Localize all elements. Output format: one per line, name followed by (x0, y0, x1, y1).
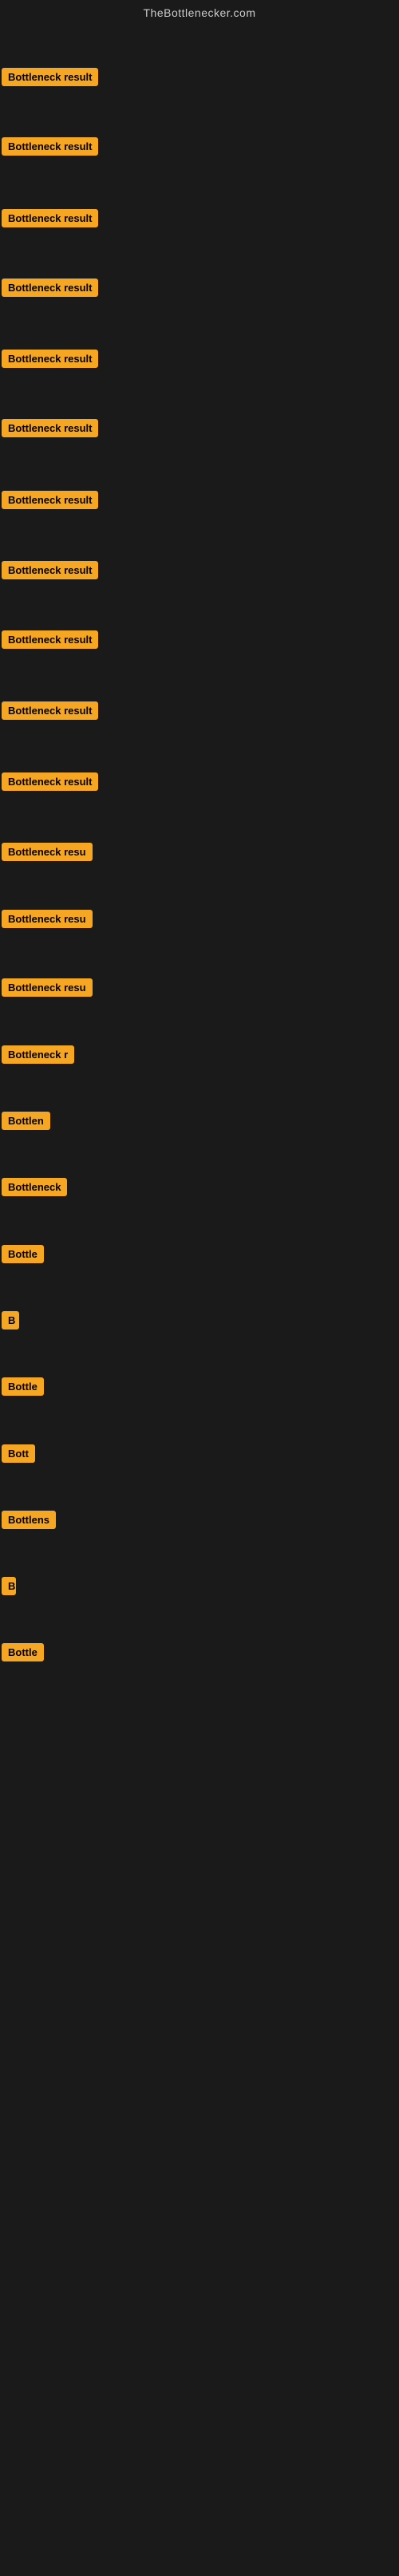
bottleneck-badge-wrapper: B (2, 1311, 19, 1333)
bottleneck-badge[interactable]: Bottleneck result (2, 630, 98, 649)
bottleneck-badge-wrapper: Bottle (2, 1377, 44, 1400)
bottleneck-badge[interactable]: Bott (2, 1444, 35, 1463)
bottleneck-badge-wrapper: Bottle (2, 1643, 44, 1665)
site-title: TheBottlenecker.com (0, 0, 399, 22)
bottleneck-badge-wrapper: Bottlen (2, 1112, 50, 1134)
bottleneck-badge-wrapper: Bottleneck result (2, 419, 98, 441)
site-header: TheBottlenecker.com (0, 0, 399, 22)
bottleneck-badge-wrapper: Bottleneck resu (2, 843, 93, 865)
bottleneck-badge-wrapper: Bottleneck result (2, 350, 98, 372)
bottleneck-badge[interactable]: Bottleneck result (2, 279, 98, 297)
bottleneck-badge-wrapper: Bottleneck result (2, 701, 98, 724)
bottleneck-badge[interactable]: Bottleneck resu (2, 843, 93, 861)
bottleneck-badge[interactable]: Bottle (2, 1643, 44, 1661)
bottleneck-badge-wrapper: Bott (2, 1444, 35, 1467)
bottleneck-badge-wrapper: Bottleneck result (2, 137, 98, 160)
bottleneck-badge[interactable]: Bottleneck result (2, 68, 98, 86)
bottleneck-badge[interactable]: Bottleneck result (2, 561, 98, 579)
bottleneck-badge-wrapper: Bottleneck result (2, 561, 98, 583)
bottleneck-badge[interactable]: B (2, 1577, 16, 1595)
bottleneck-badge[interactable]: Bottleneck resu (2, 910, 93, 928)
bottleneck-badge-wrapper: Bottleneck (2, 1178, 67, 1200)
bottleneck-badge-wrapper: Bottleneck result (2, 630, 98, 653)
bottleneck-badge[interactable]: Bottleneck result (2, 350, 98, 368)
bottleneck-badge[interactable]: B (2, 1311, 19, 1329)
bottleneck-badge-wrapper: Bottleneck r (2, 1045, 74, 1068)
bottleneck-badge[interactable]: Bottleneck r (2, 1045, 74, 1064)
bottleneck-badge[interactable]: Bottleneck result (2, 419, 98, 437)
bottleneck-badge-wrapper: Bottle (2, 1245, 44, 1267)
bottleneck-badge[interactable]: Bottleneck result (2, 137, 98, 156)
bottleneck-badge-wrapper: Bottleneck resu (2, 978, 93, 1001)
bottleneck-badge-wrapper: Bottleneck result (2, 491, 98, 513)
bottleneck-badge[interactable]: Bottleneck result (2, 209, 98, 227)
bottleneck-badge[interactable]: Bottleneck resu (2, 978, 93, 997)
bottleneck-badge[interactable]: Bottlen (2, 1112, 50, 1130)
bottleneck-badge[interactable]: Bottleneck result (2, 701, 98, 720)
bottleneck-badge[interactable]: Bottle (2, 1377, 44, 1396)
bottleneck-badge-wrapper: B (2, 1577, 16, 1599)
bottleneck-badge-wrapper: Bottleneck result (2, 68, 98, 90)
bottleneck-badge-wrapper: Bottleneck resu (2, 910, 93, 932)
bottleneck-badge-wrapper: Bottleneck result (2, 209, 98, 231)
bottleneck-badge[interactable]: Bottleneck result (2, 491, 98, 509)
bottleneck-badge-wrapper: Bottlens (2, 1511, 56, 1533)
badges-container: Bottleneck result Bottleneck result Bottle… (0, 22, 399, 2576)
bottleneck-badge-wrapper: Bottleneck result (2, 279, 98, 301)
bottleneck-badge[interactable]: Bottleneck result (2, 772, 98, 791)
bottleneck-badge-wrapper: Bottleneck result (2, 772, 98, 795)
bottleneck-badge[interactable]: Bottlens (2, 1511, 56, 1529)
bottleneck-badge[interactable]: Bottle (2, 1245, 44, 1263)
bottleneck-badge[interactable]: Bottleneck (2, 1178, 67, 1196)
